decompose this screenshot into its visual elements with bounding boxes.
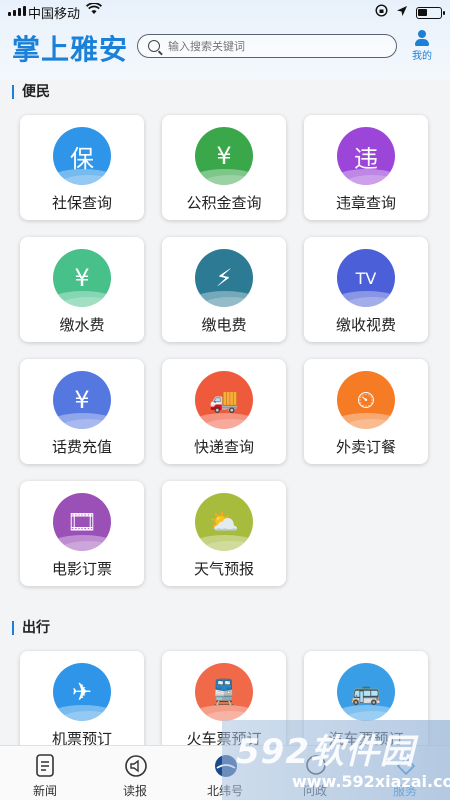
tab-read-paper-label: 读报 [122, 784, 147, 798]
wifi-icon [85, 2, 103, 19]
watermark: 592软件园 www.592xiazai.com [222, 720, 450, 800]
service-card[interactable]: ⛅ 天气预报 [162, 481, 286, 586]
battery-icon [416, 6, 445, 19]
icon-glyph: ✈ [71, 678, 93, 706]
my-profile-button[interactable]: 我的 [408, 30, 436, 62]
tab-news-label: 新闻 [32, 784, 57, 798]
icon-glyph: 🚚 [209, 386, 239, 414]
tv-icon: TV [337, 249, 395, 307]
icon-glyph: 🎞 [66, 508, 98, 536]
section-title-travel: 出行 [12, 621, 50, 635]
airplane-icon: ✈ [53, 663, 111, 721]
service-card-label: 外卖订餐 [335, 438, 396, 456]
news-icon [34, 754, 56, 777]
service-card-label: 快递查询 [193, 438, 254, 456]
service-card[interactable]: ✈ 机票预订 [20, 651, 144, 756]
header: 中国移动 掌上雅安 我的 [0, 0, 450, 80]
newspaper-audio-icon [124, 754, 147, 777]
service-card[interactable]: ⚡ 缴电费 [162, 237, 286, 342]
service-card[interactable]: 违违章查询 [304, 115, 428, 220]
service-card-label: 缴电费 [201, 316, 247, 334]
icon-glyph: ¥ [74, 264, 90, 292]
search-input[interactable] [168, 39, 378, 53]
water-drop-icon: ¥ [53, 249, 111, 307]
icon-glyph: TV [355, 268, 377, 288]
icon-glyph: 保 [70, 144, 94, 173]
status-bar: 中国移动 [0, 0, 450, 22]
icon-glyph: 🚆 [209, 678, 239, 706]
carrier-name: 中国移动 [28, 7, 81, 22]
tab-news[interactable]: 新闻 [0, 746, 90, 800]
icon-glyph: ¥ [74, 386, 90, 414]
service-card-label: 违章查询 [335, 194, 396, 212]
location-icon [396, 5, 408, 21]
service-card-label: 缴收视费 [335, 316, 396, 334]
service-card[interactable]: 🚚 快递查询 [162, 359, 286, 464]
icon-glyph: ⚡ [215, 264, 233, 292]
weather-icon: ⛅ [195, 493, 253, 551]
user-icon [415, 30, 429, 46]
icon-glyph: 🚌 [351, 678, 381, 706]
icon-glyph: ¥ [216, 142, 232, 170]
service-card-label: 电影订票 [51, 560, 112, 578]
service-card-label: 话费充值 [51, 438, 112, 456]
bus-icon: 🚌 [337, 663, 395, 721]
watermark-brand: 592软件园 [236, 732, 415, 772]
lightning-icon: ⚡ [195, 249, 253, 307]
violation-search-icon: 违 [337, 127, 395, 185]
film-ticket-icon: 🎞 [53, 493, 111, 551]
service-card[interactable]: ¥ 公积金查询 [162, 115, 286, 220]
signal-icon [8, 6, 26, 16]
search-bar[interactable] [137, 34, 397, 58]
search-icon [148, 40, 160, 52]
service-card[interactable]: TV 缴收视费 [304, 237, 428, 342]
service-card-label: 缴水费 [59, 316, 105, 334]
house-yen-icon: ¥ [195, 127, 253, 185]
icon-glyph: ⏲ [356, 386, 376, 414]
rotation-lock-icon [375, 4, 388, 21]
watermark-url: www.592xiazai.com [292, 772, 450, 791]
my-profile-label: 我的 [412, 51, 432, 62]
service-card[interactable]: 🎞 电影订票 [20, 481, 144, 586]
shield-icon: 保 [53, 127, 111, 185]
service-card[interactable]: ⏲ 外卖订餐 [304, 359, 428, 464]
service-card-label: 公积金查询 [186, 194, 262, 212]
service-card-label: 社保查询 [51, 194, 112, 212]
section-title-convenience: 便民 [12, 85, 50, 99]
tab-read-paper[interactable]: 读报 [90, 746, 180, 800]
app-logo: 掌上雅安 [12, 33, 129, 66]
service-card[interactable]: ¥ 缴水费 [20, 237, 144, 342]
icon-glyph: ⛅ [209, 508, 239, 536]
service-card-label: 天气预报 [193, 560, 254, 578]
train-icon: 🚆 [195, 663, 253, 721]
truck-icon: 🚚 [195, 371, 253, 429]
service-card[interactable]: 保社保查询 [20, 115, 144, 220]
delivery-clock-icon: ⏲ [337, 371, 395, 429]
icon-glyph: 违 [354, 144, 378, 173]
service-card[interactable]: ¥ 话费充值 [20, 359, 144, 464]
phone-yen-icon: ¥ [53, 371, 111, 429]
